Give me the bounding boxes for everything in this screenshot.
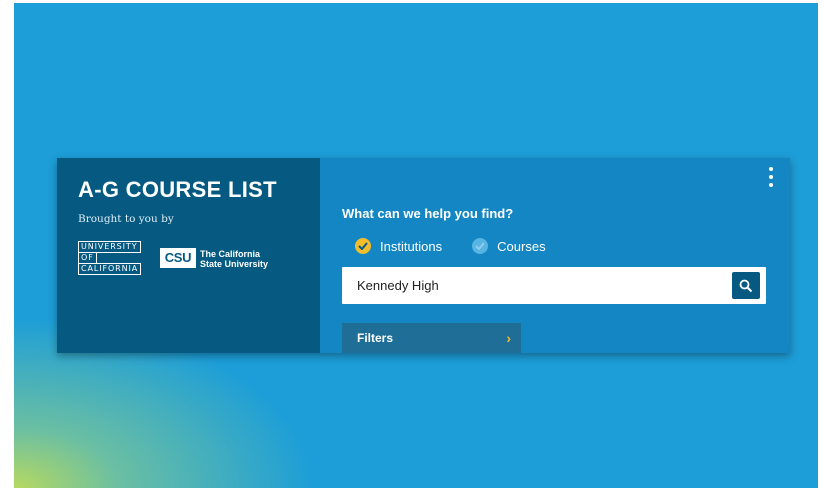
option-courses[interactable]: Courses [472, 238, 546, 254]
search-panel: What can we help you find? Institutions … [320, 158, 790, 353]
brought-by-text: Brought to you by [78, 213, 174, 225]
course-list-widget: A-G COURSE LIST Brought to you by UNIVER… [57, 158, 790, 353]
kebab-menu-icon[interactable] [766, 167, 776, 187]
filters-button[interactable]: Filters › [342, 323, 521, 353]
partner-logos: UNIVERSITY OF CALIFORNIA CSU The Califor… [78, 241, 318, 275]
csu-logo: CSU [160, 248, 196, 268]
branding-panel: A-G COURSE LIST Brought to you by UNIVER… [57, 158, 320, 353]
search-input[interactable] [342, 267, 722, 304]
option-label: Institutions [380, 238, 443, 254]
page-background: A-G COURSE LIST Brought to you by UNIVER… [14, 3, 818, 488]
search-button[interactable] [732, 272, 760, 299]
search-type-options: Institutions Courses [355, 238, 576, 254]
uc-logo: UNIVERSITY OF CALIFORNIA [78, 241, 142, 275]
check-icon [472, 238, 489, 254]
filters-label: Filters [357, 331, 394, 345]
csu-name-line: State University [200, 259, 269, 269]
option-label: Courses [497, 238, 546, 254]
option-institutions[interactable]: Institutions [355, 238, 442, 254]
magnifier-icon [739, 279, 753, 292]
search-question: What can we help you find? [342, 206, 514, 221]
search-box [342, 267, 766, 304]
uc-logo-line: CALIFORNIA [78, 263, 142, 275]
csu-name-line: The California [200, 249, 261, 259]
csu-name: The California State University [200, 249, 268, 269]
uc-logo-line: UNIVERSITY [78, 241, 141, 253]
page-title: A-G COURSE LIST [78, 177, 277, 202]
check-icon [355, 238, 371, 254]
chevron-right-icon: › [506, 330, 511, 346]
